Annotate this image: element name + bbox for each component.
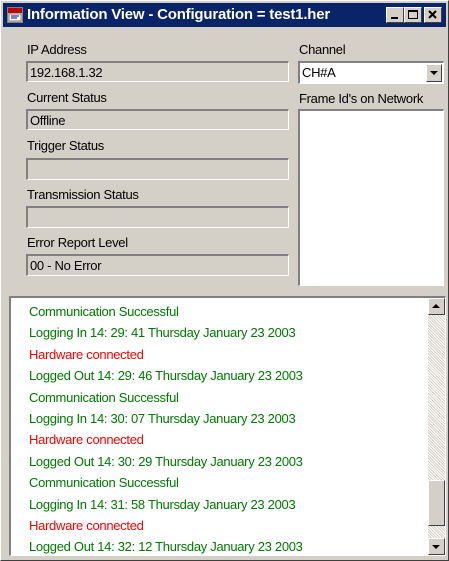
- scroll-down-button[interactable]: [428, 538, 445, 555]
- minimize-button[interactable]: [386, 7, 404, 23]
- log-line: Hardware connected: [29, 432, 144, 448]
- dropdown-arrow-button[interactable]: [426, 64, 442, 82]
- title-bar[interactable]: Information View - Configuration = test1…: [3, 3, 446, 27]
- information-view-window: Information View - Configuration = test1…: [0, 0, 449, 561]
- log-line: Hardware connected: [29, 517, 144, 533]
- minimize-icon: [391, 17, 398, 19]
- trigger-status-label: Trigger Status: [27, 138, 104, 153]
- frame-ids-list[interactable]: [298, 109, 444, 286]
- channel-dropdown[interactable]: CH#A: [298, 61, 444, 84]
- log-line: Communication Successful: [29, 389, 179, 405]
- chevron-down-icon: [430, 71, 438, 75]
- channel-label: Channel: [299, 42, 346, 57]
- log-line: Logged Out 14: 30: 29 Thursday January 2…: [29, 453, 303, 469]
- scroll-up-button[interactable]: [428, 298, 445, 315]
- log-line: Logging In 14: 30: 07 Thursday January 2…: [29, 410, 296, 426]
- transmission-status-label: Transmission Status: [27, 187, 139, 202]
- current-status-label: Current Status: [27, 90, 107, 105]
- log-line: Communication Successful: [29, 475, 179, 491]
- app-icon[interactable]: [7, 7, 23, 23]
- trigger-status-field: [26, 158, 289, 180]
- frame-ids-label: Frame Id's on Network: [299, 91, 424, 106]
- error-report-level-field: 00 - No Error: [26, 254, 289, 276]
- transmission-status-field: [26, 206, 289, 228]
- log-lines: Communication Successful Logging In 14: 2…: [29, 301, 303, 558]
- window-title: Information View - Configuration = test1…: [27, 6, 331, 23]
- close-icon: [428, 10, 437, 19]
- log-line: Communication Successful: [29, 304, 179, 319]
- log-line: Logging In 14: 29: 41 Thursday January 2…: [29, 325, 296, 341]
- log-scrollbar[interactable]: [428, 298, 445, 555]
- arrow-down-icon: [432, 545, 440, 549]
- log-line: Hardware connected: [29, 346, 144, 362]
- log-output[interactable]: Communication Successful Logging In 14: 2…: [9, 296, 446, 556]
- close-button[interactable]: [424, 7, 442, 23]
- maximize-button[interactable]: [404, 7, 422, 23]
- error-report-level-label: Error Report Level: [27, 235, 128, 250]
- log-line: Logging In 14: 31: 58 Thursday January 2…: [29, 496, 296, 512]
- channel-value: CH#A: [302, 65, 336, 80]
- current-status-field: Offline: [26, 109, 289, 130]
- ip-address-label: IP Address: [27, 42, 87, 57]
- scroll-thumb[interactable]: [428, 479, 445, 526]
- ip-address-field: 192.168.1.32: [26, 61, 289, 82]
- maximize-icon: [408, 10, 418, 19]
- log-line: Logged Out 14: 32: 12 Thursday January 2…: [29, 539, 303, 555]
- arrow-up-icon: [432, 304, 440, 308]
- log-line: Logged Out 14: 29: 46 Thursday January 2…: [29, 368, 303, 384]
